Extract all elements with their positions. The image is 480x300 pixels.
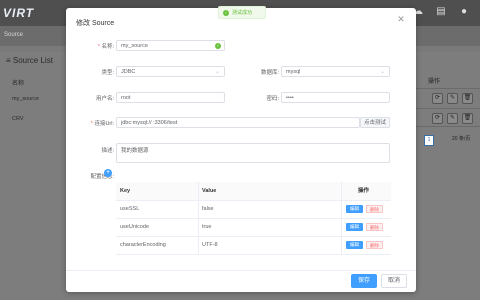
username-input[interactable]: root [116, 92, 225, 103]
row-key: characterEncoding [120, 242, 166, 248]
divider [198, 236, 199, 254]
row-key: useUnicode [120, 224, 150, 230]
refresh-icon[interactable]: ⟳ [432, 113, 443, 124]
row-value: false [202, 206, 214, 212]
refresh-icon[interactable]: ⟳ [432, 93, 443, 104]
name-input[interactable]: my_source ✓ [116, 40, 225, 51]
check-icon: ✓ [215, 43, 221, 49]
delete-button[interactable]: 删除 [366, 205, 383, 213]
edit-button[interactable]: 编辑 [346, 241, 363, 249]
column-header-op: 操作 [428, 79, 441, 85]
name-label: * 名称: [97, 44, 114, 50]
table-row: characterEncoding UTF-8 编辑 删除 [116, 236, 391, 255]
delete-button[interactable]: 删除 [366, 241, 383, 249]
divider [341, 182, 342, 200]
edit-button[interactable]: 编辑 [346, 223, 363, 231]
delete-button[interactable]: 删除 [366, 223, 383, 231]
type-select[interactable]: JDBC ⌄ [116, 66, 225, 77]
document-icon[interactable]: ▤ [435, 6, 447, 18]
list-item[interactable]: my_source [12, 96, 39, 102]
github-icon[interactable]: ● [458, 6, 470, 18]
row-value: true [202, 224, 212, 230]
breadcrumb[interactable]: Source [4, 32, 23, 38]
delete-icon[interactable]: 🗑 [462, 93, 473, 104]
divider [198, 200, 199, 218]
row-value: UTF-8 [202, 242, 218, 248]
url-input[interactable]: jdbc:mysql:// :3306/test [116, 117, 360, 128]
table-row: useUnicode true 编辑 删除 [116, 218, 391, 237]
row-key: useSSL [120, 206, 140, 212]
chevron-down-icon: ⌄ [379, 69, 385, 75]
type-label: 类型: [101, 70, 114, 76]
divider [410, 108, 480, 109]
password-input[interactable]: •••• [281, 92, 390, 103]
panel-title: ≡ Source List [6, 56, 53, 65]
header-value: Value [202, 188, 217, 194]
toast-text: 测试成功 [232, 10, 253, 16]
check-circle-icon: ✓ [223, 10, 229, 16]
close-icon[interactable]: ✕ [396, 14, 406, 24]
url-label: * 连接Url: [90, 121, 114, 127]
test-connection-button[interactable]: 点击测试 [360, 117, 390, 128]
database-label: 数据库: [260, 70, 279, 76]
header-key: Key [120, 188, 131, 194]
header-op: 操作 [358, 188, 370, 194]
password-label: 密码: [266, 96, 279, 102]
page-size-select[interactable]: 20 条/页 [452, 135, 470, 144]
delete-icon[interactable]: 🗑 [462, 113, 473, 124]
divider [410, 88, 480, 89]
table-row: useSSL false 编辑 删除 [116, 200, 391, 219]
edit-icon[interactable]: ✎ [447, 93, 458, 104]
database-select[interactable]: mysql ⌄ [281, 66, 390, 77]
divider [341, 236, 342, 254]
divider [198, 218, 199, 236]
table-header: Key Value 操作 [116, 182, 391, 201]
chevron-down-icon: ⌄ [214, 69, 220, 75]
divider [198, 182, 199, 200]
divider [410, 126, 480, 127]
description-textarea[interactable]: 我的数据源 [116, 143, 390, 163]
username-label: 用户名: [95, 96, 114, 102]
app-logo: VIRT [3, 6, 35, 20]
list-item[interactable]: CRV [12, 116, 24, 122]
divider [341, 200, 342, 218]
dialog-title: 修改 Source [76, 20, 115, 27]
description-label: 描述: [101, 148, 114, 154]
header-icons: ☁ ▤ ● [412, 6, 470, 18]
pager-current[interactable]: 1 [424, 135, 434, 146]
edit-icon[interactable]: ✎ [447, 113, 458, 124]
column-header-name: 名称 [12, 81, 25, 87]
success-toast: ✓ 测试成功 [218, 6, 266, 19]
divider [341, 218, 342, 236]
edit-button[interactable]: 编辑 [346, 205, 363, 213]
add-config-button[interactable]: + [104, 169, 112, 177]
